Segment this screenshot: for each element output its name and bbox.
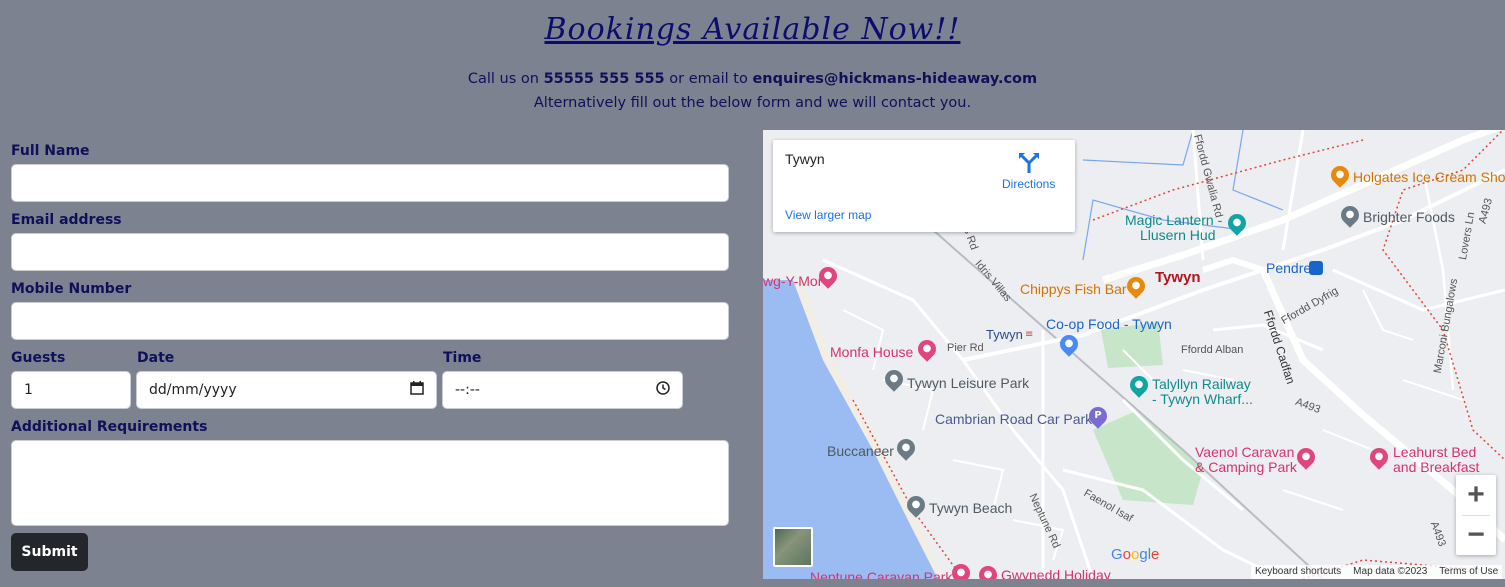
satellite-toggle[interactable] <box>773 527 813 567</box>
place-monfa[interactable]: Monfa House <box>830 344 913 360</box>
hotel-pin-icon[interactable]: ● <box>914 336 940 362</box>
road-label-alban: Ffordd Alban <box>1181 344 1244 356</box>
zoom-control: + − <box>1456 475 1496 555</box>
shop-pin-icon[interactable]: ● <box>1056 331 1082 357</box>
terms-link[interactable]: Terms of Use <box>1439 566 1498 577</box>
guests-value: 1 <box>24 382 33 398</box>
full-name-input[interactable] <box>11 164 729 202</box>
place-ymor[interactable]: wg-Y-Mor <box>763 273 822 289</box>
mobile-input[interactable] <box>11 302 729 340</box>
directions-link[interactable]: Directions <box>1002 177 1055 191</box>
requirements-textarea[interactable] <box>11 440 729 526</box>
place-pin-icon[interactable]: ● <box>903 492 929 518</box>
google-logo: Google <box>1111 546 1160 563</box>
time-label: Time <box>443 350 482 366</box>
place-cambrian-car-park[interactable]: Cambrian Road Car Park <box>935 411 1092 427</box>
email-input[interactable] <box>11 233 729 271</box>
place-tywyn-beach[interactable]: Tywyn Beach <box>929 500 1012 516</box>
email-label: Email address <box>11 212 122 228</box>
requirements-label: Additional Requirements <box>11 419 208 435</box>
train-station-icon[interactable] <box>1309 261 1323 275</box>
embedded-map[interactable]: A493 A493 A493 Ffordd Gwalia Rd Ffordd C… <box>763 130 1505 579</box>
place-neptune-caravan[interactable]: Neptune Caravan Park <box>810 569 952 579</box>
time-placeholder: --:-- <box>455 382 480 398</box>
guests-input[interactable]: 1 <box>11 371 131 409</box>
calendar-icon[interactable] <box>410 381 424 399</box>
place-llusern-hud[interactable]: Llusern Hud <box>1140 227 1216 243</box>
place-leahurst-2[interactable]: and Breakfast <box>1393 459 1479 475</box>
submit-button[interactable]: Submit <box>11 533 88 571</box>
map-data-text: Map data ©2023 <box>1353 566 1428 577</box>
date-label: Date <box>137 350 175 366</box>
contact-note: Alternatively fill out the below form an… <box>533 95 972 111</box>
place-leahurst-1[interactable]: Leahurst Bed <box>1393 444 1476 460</box>
place-chippys[interactable]: Chippys Fish Bar <box>1020 281 1127 297</box>
place-magic-lantern[interactable]: Magic Lantern - <box>1125 212 1222 228</box>
zoom-out-button[interactable]: − <box>1456 515 1496 555</box>
hotel-pin-icon[interactable]: ● <box>1293 444 1319 470</box>
full-name-label: Full Name <box>11 143 90 159</box>
date-input[interactable]: dd/mm/yyyy <box>136 371 437 409</box>
camera-pin-icon[interactable]: ● <box>1126 372 1152 398</box>
place-talyllyn-1[interactable]: Talyllyn Railway <box>1152 376 1251 392</box>
hotel-pin-icon[interactable]: ● <box>815 263 841 289</box>
mobile-label: Mobile Number <box>11 281 132 297</box>
place-pendre[interactable]: Pendre <box>1266 260 1311 276</box>
time-input[interactable]: --:-- <box>442 371 683 409</box>
place-leisure-park[interactable]: Tywyn Leisure Park <box>907 375 1029 391</box>
restaurant-pin-icon[interactable]: ● <box>1123 273 1149 299</box>
map-attribution: Keyboard shortcuts Map data ©2023 Terms of… <box>1251 565 1503 579</box>
place-coop[interactable]: Co-op Food - Tywyn <box>1046 316 1172 332</box>
zoom-in-button[interactable]: + <box>1456 475 1496 515</box>
place-tywyn-town[interactable]: Tywyn <box>1155 269 1201 286</box>
date-placeholder: dd/mm/yyyy <box>149 382 237 398</box>
road-label-pier: Pier Rd <box>947 342 984 354</box>
clock-icon[interactable] <box>656 381 670 399</box>
rail-icon: ≡ <box>1025 329 1034 340</box>
email-address: enquires@hickmans-hideaway.com <box>752 71 1038 87</box>
place-holgates[interactable]: Holgates Ice Cream Sho <box>1353 169 1505 185</box>
guests-label: Guests <box>11 350 66 366</box>
map-place-name: Tywyn <box>785 151 825 167</box>
page-title: Bookings Available Now!! <box>544 12 961 47</box>
place-tywyn-station[interactable]: Tywyn <box>986 327 1023 342</box>
place-talyllyn-2[interactable]: - Tywyn Wharf... <box>1152 391 1253 407</box>
zoom-separator <box>1462 515 1490 516</box>
map-info-card: Tywyn Directions View larger map <box>773 140 1075 232</box>
hotel-pin-icon[interactable]: ● <box>948 560 974 579</box>
place-brighter-foods[interactable]: Brighter Foods <box>1363 209 1455 225</box>
place-vaenol-1[interactable]: Vaenol Caravan <box>1195 444 1294 460</box>
restaurant-pin-icon[interactable]: ● <box>1327 162 1353 188</box>
place-vaenol-2[interactable]: & Camping Park <box>1195 459 1297 475</box>
place-pin-icon[interactable]: ● <box>1337 202 1363 228</box>
museum-pin-icon[interactable]: ● <box>1224 210 1250 236</box>
keyboard-shortcuts-link[interactable]: Keyboard shortcuts <box>1255 566 1341 577</box>
place-pin-icon[interactable]: ● <box>893 435 919 461</box>
place-buccaneer[interactable]: Buccaneer <box>827 443 894 459</box>
view-larger-map-link[interactable]: View larger map <box>785 208 871 222</box>
email-prefix: or email to <box>664 71 753 87</box>
contact-info: Call us on 55555 555 555 or email to enq… <box>0 67 1505 115</box>
call-prefix: Call us on <box>467 71 544 87</box>
place-pin-icon[interactable]: ● <box>881 366 907 392</box>
place-gwynedd-holiday[interactable]: Gwynedd Holiday <box>1001 567 1111 579</box>
phone-number: 55555 555 555 <box>543 71 665 87</box>
parking-pin-icon[interactable]: P <box>1085 403 1111 429</box>
hotel-pin-icon[interactable]: ● <box>1366 444 1392 470</box>
